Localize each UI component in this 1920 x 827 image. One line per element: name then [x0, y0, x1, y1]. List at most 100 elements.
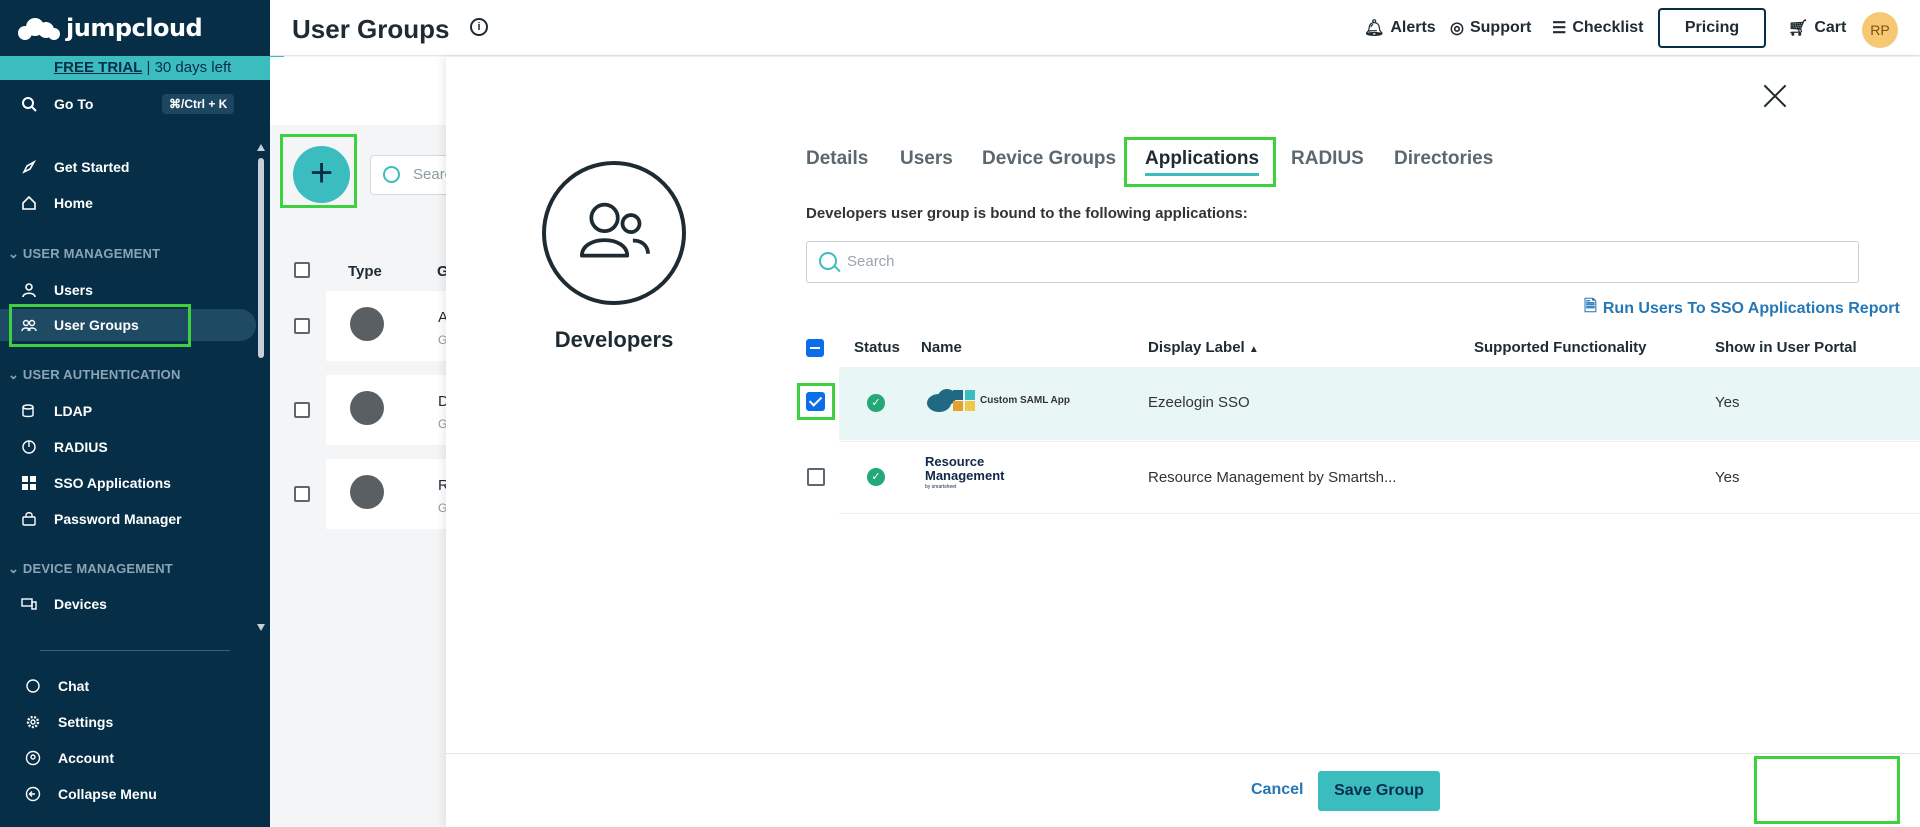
account-icon: [24, 749, 42, 767]
select-all-checkbox[interactable]: [806, 339, 824, 357]
save-button-highlight: [1754, 756, 1900, 824]
group-detail-panel: Developers Details Users Device Groups A…: [446, 57, 1920, 827]
group-avatar-icon: [350, 307, 384, 341]
document-icon: 🗎︎: [1584, 298, 1597, 315]
checklist-link[interactable]: ☰ Checklist: [1552, 18, 1643, 38]
jumpcloud-logo[interactable]: jumpcloud: [18, 14, 203, 42]
tab-users[interactable]: Users: [900, 148, 953, 170]
section-user-authentication[interactable]: ⌄ USER AUTHENTICATION: [8, 367, 181, 383]
show-in-portal: Yes: [1715, 469, 1740, 486]
scroll-down-icon[interactable]: [257, 624, 265, 631]
support-link[interactable]: ◎ Support: [1450, 18, 1531, 38]
sidebar-scrollbar[interactable]: [256, 140, 266, 631]
sidebar-divider: [40, 650, 230, 651]
table-row[interactable]: D G: [326, 375, 450, 445]
cart-link[interactable]: 🛒︎ Cart: [1788, 18, 1846, 38]
tab-details[interactable]: Details: [806, 148, 868, 170]
cancel-button[interactable]: Cancel: [1251, 781, 1303, 799]
col-type[interactable]: Type: [348, 263, 382, 280]
display-label: Resource Management by Smartsh...: [1148, 469, 1397, 486]
scroll-thumb[interactable]: [258, 158, 264, 358]
resource-management-logo: Resource Management by smartsheet: [925, 455, 1011, 491]
sidebar-item-password-manager[interactable]: Password Manager: [0, 503, 256, 535]
trial-days: | 30 days left: [142, 59, 232, 76]
group-avatar: [542, 161, 686, 305]
sidebar-item-radius[interactable]: RADIUS: [0, 431, 256, 463]
sidebar-item-account[interactable]: Account: [0, 742, 256, 774]
app-logo-text: Resource Management: [925, 454, 1005, 483]
col-show-in-user-portal[interactable]: Show in User Portal: [1715, 339, 1857, 356]
app-root: jumpcloud FREE TRIAL | 30 days left Go T…: [0, 0, 1920, 827]
rocket-icon: [20, 158, 38, 176]
table-row[interactable]: ✓ Custom SAML App Ezeelogin SSO Yes: [839, 367, 1920, 440]
close-icon[interactable]: [1762, 83, 1788, 109]
status-active-icon: ✓: [867, 394, 885, 412]
password-icon: [20, 510, 38, 528]
goto-label: Go To: [54, 96, 94, 112]
support-label: Support: [1469, 19, 1532, 36]
run-report-link[interactable]: 🗎︎ Run Users To SSO Applications Report: [1584, 295, 1900, 322]
status-active-icon: ✓: [867, 468, 885, 486]
checkbox-highlight: [797, 383, 835, 420]
sidebar-item-sso-applications[interactable]: SSO Applications: [0, 467, 256, 499]
pricing-button[interactable]: Pricing: [1658, 8, 1766, 48]
avatar[interactable]: RP: [1862, 12, 1898, 48]
sidebar-item-label: Home: [54, 195, 93, 211]
sidebar-item-label: Get Started: [54, 159, 130, 175]
sort-asc-icon: ▲: [1248, 344, 1259, 355]
sidebar-item-label: Collapse Menu: [58, 786, 157, 802]
goto-shortcut: ⌘/Ctrl + K: [162, 94, 235, 114]
sidebar-item-ldap[interactable]: LDAP: [0, 395, 256, 427]
tab-directories[interactable]: Directories: [1394, 148, 1493, 170]
table-row[interactable]: R G: [326, 459, 450, 529]
row-checkbox[interactable]: [294, 318, 310, 334]
row-checkbox[interactable]: [294, 486, 310, 502]
info-icon[interactable]: i: [470, 18, 488, 36]
sidebar-item-home[interactable]: Home: [0, 187, 256, 219]
col-display-label[interactable]: Display Label ▲: [1148, 339, 1259, 356]
checklist-icon: ☰: [1552, 20, 1567, 37]
sidebar-item-label: RADIUS: [54, 439, 108, 455]
col-supported-functionality[interactable]: Supported Functionality: [1474, 339, 1647, 356]
select-all-checkbox[interactable]: [294, 262, 310, 278]
trial-label: FREE TRIAL: [54, 59, 143, 76]
tab-device-groups[interactable]: Device Groups: [982, 148, 1116, 170]
col-display-label-text: Display Label: [1148, 339, 1245, 356]
trial-banner[interactable]: FREE TRIAL | 30 days left: [0, 56, 284, 90]
section-user-management[interactable]: ⌄ USER MANAGEMENT: [8, 246, 160, 262]
table-row[interactable]: ✓ Resource Management by smartsheet Reso…: [839, 441, 1920, 514]
top-bar: User Groups i 🔔︎ Alerts ◎ Support ☰ Checkli…: [270, 0, 1920, 56]
radius-icon: [20, 438, 38, 456]
tab-radius[interactable]: RADIUS: [1291, 148, 1364, 170]
search-input[interactable]: Search: [806, 241, 1859, 283]
section-device-management[interactable]: ⌄ DEVICE MANAGEMENT: [8, 561, 173, 577]
cart-label: Cart: [1814, 19, 1847, 36]
sidebar-item-label: SSO Applications: [54, 475, 171, 491]
row-checkbox[interactable]: [294, 402, 310, 418]
sidebar-item-get-started[interactable]: Get Started: [0, 151, 256, 183]
checklist-label: Checklist: [1572, 19, 1644, 36]
sidebar-item-users[interactable]: Users: [0, 274, 256, 306]
sidebar-item-collapse-menu[interactable]: Collapse Menu: [0, 778, 256, 810]
scroll-up-icon[interactable]: [257, 144, 265, 151]
list-search-input[interactable]: Searc: [370, 155, 452, 195]
alerts-link[interactable]: 🔔︎ Alerts: [1364, 18, 1436, 38]
sidebar-item-settings[interactable]: Settings: [0, 706, 256, 738]
page-title: User Groups: [292, 14, 450, 44]
save-group-button[interactable]: Save Group: [1318, 771, 1440, 811]
section-label: USER AUTHENTICATION: [22, 367, 181, 382]
apps-grid-icon: [20, 474, 38, 492]
sidebar-item-devices[interactable]: Devices: [0, 588, 256, 620]
sidebar-item-label: Chat: [58, 678, 90, 694]
sidebar-item-chat[interactable]: Chat: [0, 670, 256, 702]
sidebar-item-label: Settings: [58, 714, 114, 730]
app-logo-text: Custom SAML App: [980, 394, 1070, 406]
row-checkbox[interactable]: [807, 468, 825, 486]
col-status[interactable]: Status: [854, 339, 900, 356]
cloud-logo-icon: [18, 16, 60, 40]
alerts-label: Alerts: [1390, 19, 1436, 36]
col-name[interactable]: Name: [921, 339, 962, 356]
add-button-highlight: [280, 134, 357, 208]
cart-icon: 🛒︎: [1788, 20, 1809, 37]
table-row[interactable]: A G: [326, 291, 450, 361]
